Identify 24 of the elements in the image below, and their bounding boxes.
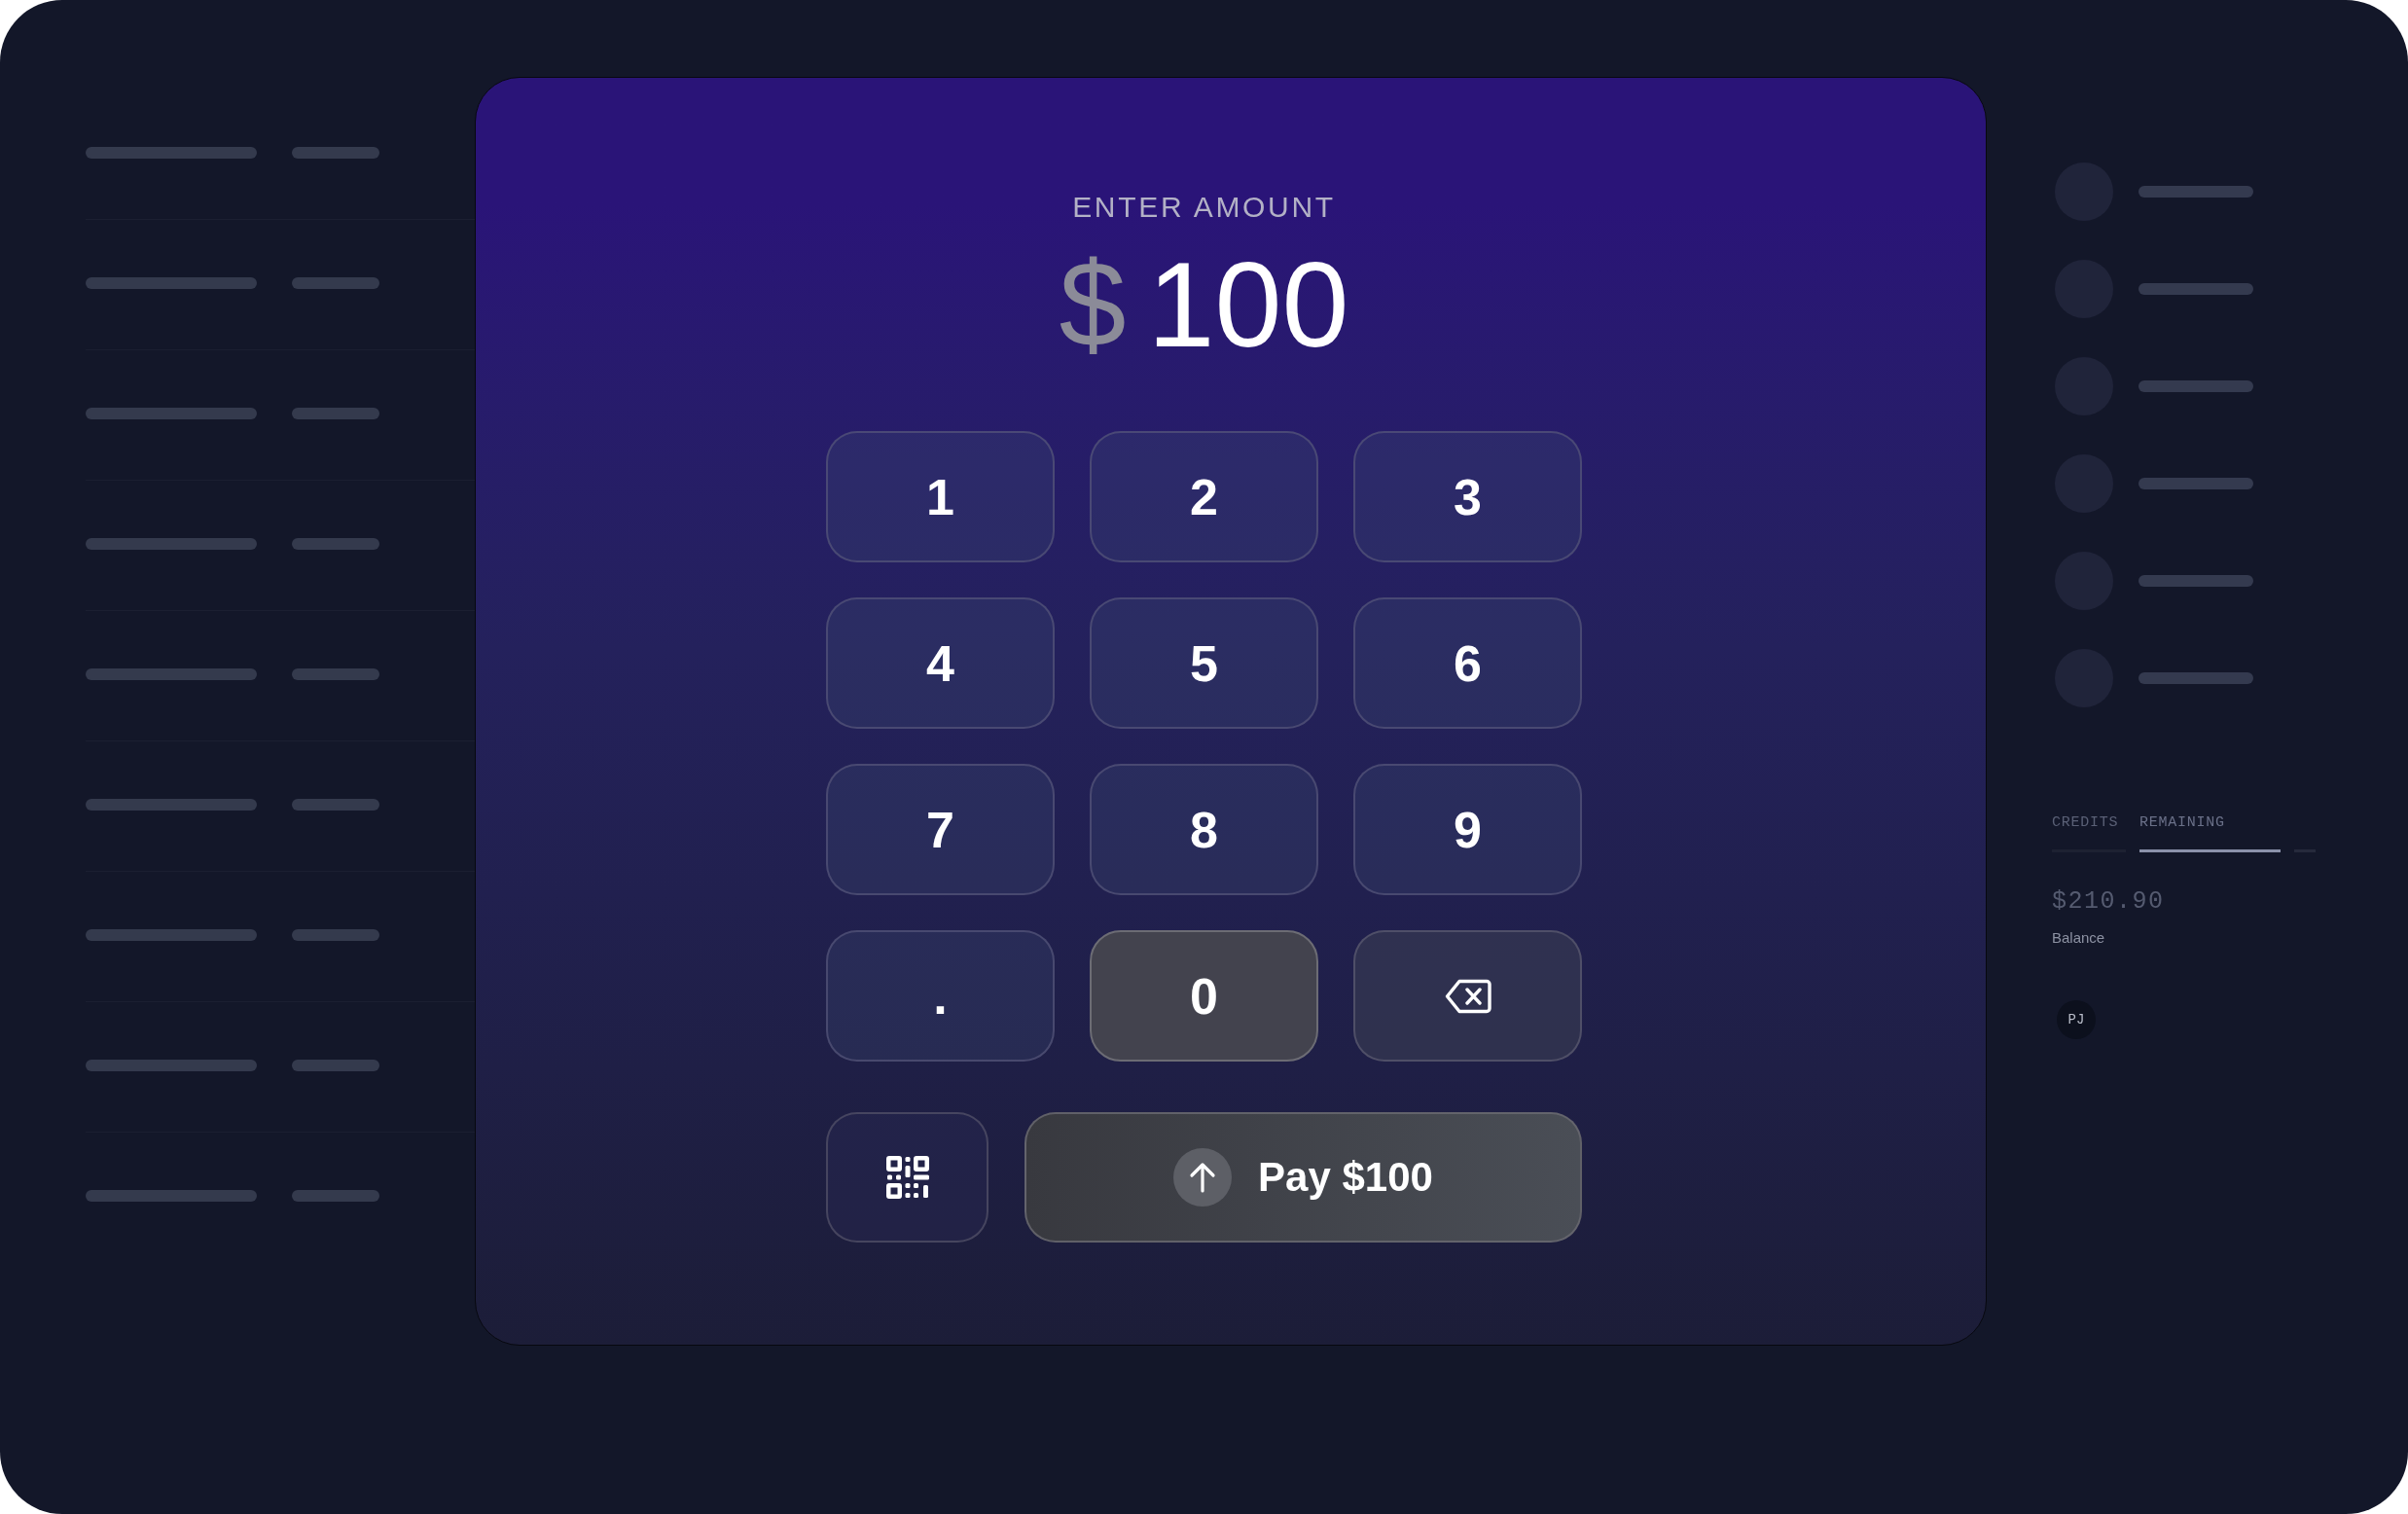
balance-label: Balance bbox=[2052, 929, 2105, 947]
keypad-key[interactable]: 1 bbox=[826, 431, 1055, 562]
keypad-key[interactable]: 2 bbox=[1090, 431, 1318, 562]
amount-label: ENTER AMOUNT bbox=[1072, 190, 1336, 225]
tab[interactable]: REMAINING bbox=[2139, 814, 2281, 852]
keypad-key[interactable]: 0 bbox=[1090, 930, 1318, 1062]
keypad-key[interactable]: 5 bbox=[1090, 597, 1318, 729]
keypad-key[interactable]: 4 bbox=[826, 597, 1055, 729]
balance-amount: $210.90 bbox=[2052, 887, 2165, 917]
keypad-key[interactable]: . bbox=[826, 930, 1055, 1062]
backspace-icon bbox=[1444, 978, 1492, 1014]
keypad-key[interactable]: 6 bbox=[1353, 597, 1582, 729]
keypad-key[interactable]: 8 bbox=[1090, 764, 1318, 895]
currency-symbol: $ bbox=[1059, 244, 1127, 365]
qr-code-button[interactable] bbox=[826, 1112, 988, 1243]
arrow-up-icon bbox=[1173, 1148, 1233, 1207]
pay-button[interactable]: Pay $100 bbox=[1024, 1112, 1582, 1243]
backspace-button[interactable] bbox=[1353, 930, 1582, 1062]
amount-value: 100 bbox=[1147, 244, 1349, 365]
keypad-key[interactable]: 7 bbox=[826, 764, 1055, 895]
user-initials-avatar: PJ bbox=[2057, 1000, 2096, 1039]
keypad-key[interactable]: 3 bbox=[1353, 431, 1582, 562]
keypad-key[interactable]: 9 bbox=[1353, 764, 1582, 895]
qr-code-icon bbox=[885, 1156, 929, 1199]
